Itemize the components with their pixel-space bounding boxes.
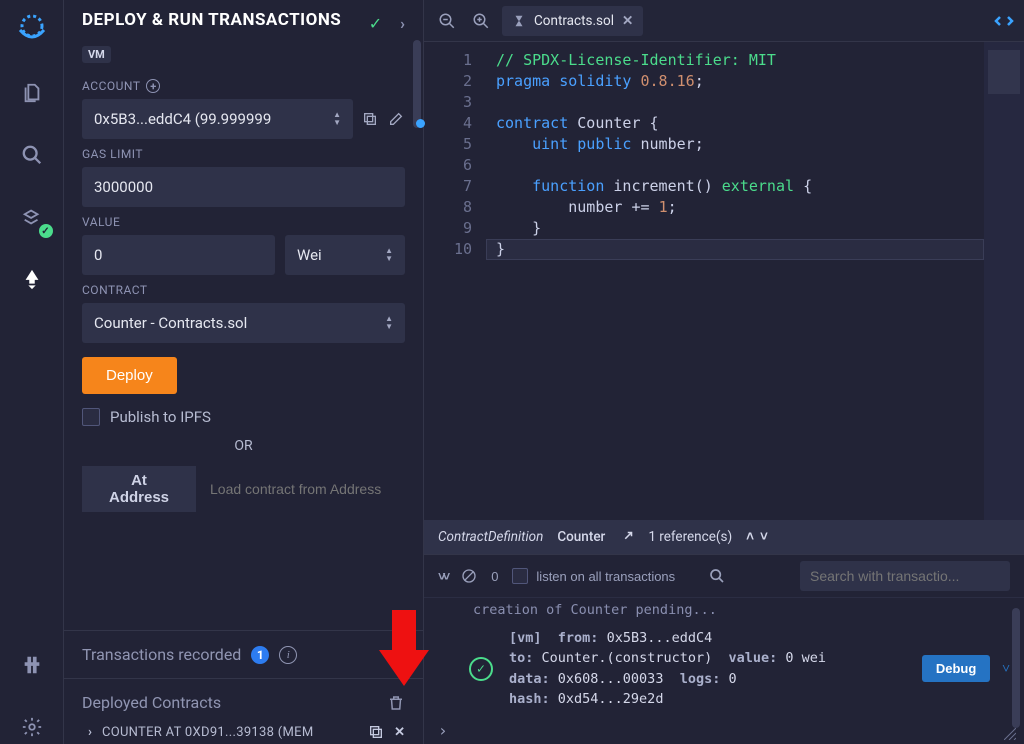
solidity-file-icon xyxy=(512,14,526,28)
recorded-label: Transactions recorded xyxy=(82,645,241,664)
tab-filename: Contracts.sol xyxy=(534,13,614,29)
clear-deployed-icon[interactable] xyxy=(387,694,405,712)
refbar-name: Counter xyxy=(557,529,605,545)
listen-label: listen on all transactions xyxy=(536,569,675,584)
publish-ipfs-checkbox[interactable] xyxy=(82,408,100,426)
refbar-refs[interactable]: 1 reference(s) xyxy=(648,529,732,545)
minimap[interactable] xyxy=(984,42,1024,520)
contract-value: Counter - Contracts.sol xyxy=(94,314,247,332)
terminal-prompt-icon[interactable]: › xyxy=(424,721,1024,744)
panel-title: DEPLOY & RUN TRANSACTIONS xyxy=(82,10,341,31)
success-check-icon: ✓ xyxy=(469,657,493,681)
value-unit: Wei xyxy=(297,246,322,264)
deployed-header-label: Deployed Contracts xyxy=(82,693,221,712)
expand-editor-icon[interactable] xyxy=(994,15,1014,27)
log-text: [vm] from: 0x5B3...eddC4 to: Counter.(co… xyxy=(509,628,826,709)
debug-button[interactable]: Debug xyxy=(922,655,990,682)
status-check-icon: ✓ xyxy=(369,14,382,33)
or-divider: OR xyxy=(82,438,405,454)
terminal-collapse-icon[interactable]: ˅˅ xyxy=(438,569,447,584)
copy-account-icon[interactable] xyxy=(361,111,379,127)
vm-badge: VM xyxy=(82,46,111,63)
recorded-chevron-icon[interactable]: › xyxy=(400,645,405,664)
contract-label: CONTRACT xyxy=(82,283,405,297)
listen-checkbox[interactable] xyxy=(512,568,528,584)
left-iconbar: ✓ xyxy=(0,0,64,744)
terminal-search-icon[interactable] xyxy=(709,568,725,584)
contract-select[interactable]: Counter - Contracts.sol ▲▼ xyxy=(82,303,405,343)
account-label: ACCOUNT + xyxy=(82,79,405,93)
value-unit-select[interactable]: Wei ▲▼ xyxy=(285,235,405,275)
deployed-contract-label: COUNTER AT 0XD91...39138 (MEM xyxy=(102,725,314,740)
ban-icon[interactable] xyxy=(461,568,477,584)
recorded-count-badge: 1 xyxy=(251,646,269,664)
search-icon[interactable] xyxy=(15,138,49,172)
terminal-panel: ˅˅ 0 listen on all transactions creation… xyxy=(424,554,1024,744)
deployed-contract-row[interactable]: › COUNTER AT 0XD91...39138 (MEM ✕ xyxy=(82,712,405,740)
value-label: VALUE xyxy=(82,215,405,229)
pending-count: 0 xyxy=(491,569,498,584)
gas-input[interactable]: 3000000 xyxy=(82,167,405,207)
add-account-icon[interactable]: + xyxy=(146,79,160,93)
deploy-panel: DEPLOY & RUN TRANSACTIONS ✓ › VM ACCOUNT… xyxy=(64,0,424,744)
panel-chevron-icon[interactable]: › xyxy=(400,14,405,33)
at-address-input[interactable] xyxy=(196,466,405,512)
terminal-search-input[interactable] xyxy=(800,561,1010,591)
deploy-button[interactable]: Deploy xyxy=(82,357,177,394)
gas-label: GAS LIMIT xyxy=(82,147,405,161)
terminal-log-entry[interactable]: ✓ [vm] from: 0x5B3...eddC4 to: Counter.(… xyxy=(469,618,1024,719)
file-tab[interactable]: Contracts.sol ✕ xyxy=(502,6,643,36)
info-icon[interactable]: i xyxy=(279,646,297,664)
transactions-recorded-row[interactable]: Transactions recorded 1 i › xyxy=(64,630,423,679)
gas-value: 3000000 xyxy=(94,178,153,196)
expand-contract-icon[interactable]: › xyxy=(88,725,92,740)
close-tab-icon[interactable]: ✕ xyxy=(622,13,633,29)
remove-contract-icon[interactable]: ✕ xyxy=(394,725,405,740)
terminal-pending-line: creation of Counter pending... xyxy=(469,602,1024,618)
account-value: 0x5B3...eddC4 (99.999999 xyxy=(94,110,275,128)
terminal-scrollbar[interactable] xyxy=(1012,608,1020,728)
panel-scrollbar[interactable] xyxy=(413,40,421,128)
files-icon[interactable] xyxy=(15,76,49,110)
share-icon[interactable] xyxy=(619,530,634,545)
ref-up-icon[interactable]: ˄ xyxy=(746,529,754,545)
compiler-icon[interactable]: ✓ xyxy=(15,200,49,234)
code-area[interactable]: // SPDX-License-Identifier: MITpragma so… xyxy=(486,42,984,520)
zoom-in-icon[interactable] xyxy=(468,12,494,30)
line-gutter: 12345678910 xyxy=(424,42,486,520)
code-editor[interactable]: 12345678910 // SPDX-License-Identifier: … xyxy=(424,42,1024,520)
account-select[interactable]: 0x5B3...eddC4 (99.999999 ▲▼ xyxy=(82,99,353,139)
editor-tabbar: Contracts.sol ✕ xyxy=(424,0,1024,42)
value-amount: 0 xyxy=(94,246,102,264)
settings-icon[interactable] xyxy=(15,710,49,744)
edit-account-icon[interactable] xyxy=(387,111,405,127)
ref-down-icon[interactable]: ˅ xyxy=(760,529,768,545)
publish-ipfs-label: Publish to IPFS xyxy=(110,408,211,426)
resize-handle-icon[interactable] xyxy=(1004,728,1016,740)
deploy-icon[interactable] xyxy=(15,262,49,296)
log-expand-icon[interactable]: ˅ xyxy=(1002,661,1010,677)
plugin-icon[interactable] xyxy=(15,648,49,682)
at-address-button[interactable]: At Address xyxy=(82,466,196,512)
main-area: Contracts.sol ✕ 12345678910 // SPDX-Lice… xyxy=(424,0,1024,744)
app-logo-icon[interactable] xyxy=(12,8,52,48)
reference-bar: ContractDefinition Counter 1 reference(s… xyxy=(424,520,1024,554)
zoom-out-icon[interactable] xyxy=(434,12,460,30)
refbar-kind: ContractDefinition xyxy=(438,529,543,545)
copy-contract-icon[interactable] xyxy=(368,724,384,740)
value-input[interactable]: 0 xyxy=(82,235,275,275)
